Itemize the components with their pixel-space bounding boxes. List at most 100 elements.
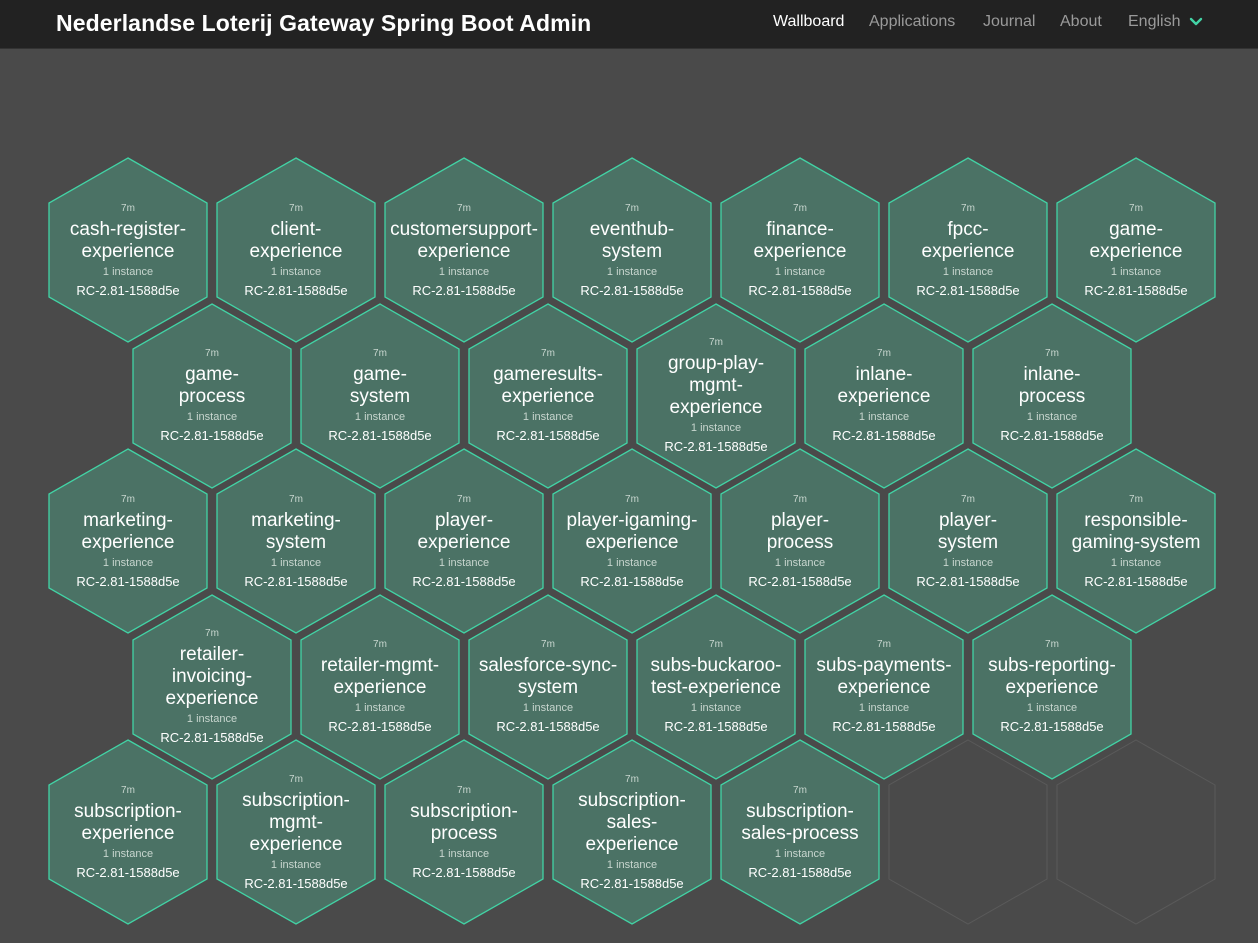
application-version: RC-2.81-1588d5e bbox=[916, 573, 1020, 589]
nav-journal[interactable]: Journal bbox=[983, 13, 1035, 31]
application-name-line: retailer- bbox=[179, 644, 245, 665]
nav-about[interactable]: About bbox=[1060, 13, 1102, 31]
application-age: 7m bbox=[1129, 202, 1143, 214]
application-name-line: experience bbox=[585, 531, 679, 553]
instance-count: 1 instance bbox=[438, 847, 490, 860]
application-name: marketing-system bbox=[211, 510, 381, 554]
application-name-line: subscription- bbox=[578, 789, 686, 811]
application-name-line: process bbox=[430, 822, 498, 844]
application-name-line: gameresults- bbox=[493, 364, 603, 385]
application-name-line: system bbox=[601, 240, 663, 262]
application-name: subs-payments-experience bbox=[799, 655, 969, 699]
nav-wallboard[interactable]: Wallboard bbox=[773, 13, 844, 31]
instance-count: 1 instance bbox=[858, 702, 910, 714]
application-name-line: experience bbox=[249, 240, 343, 262]
application-name-line: subs-reporting- bbox=[988, 655, 1116, 676]
application-name-line: finance- bbox=[766, 218, 834, 240]
app-title[interactable]: Nederlandse Loterij Gateway Spring Boot … bbox=[56, 10, 591, 37]
application-tile[interactable]: 7m subscription-process 1 instance RC-2.81-… bbox=[382, 738, 546, 926]
instance-count: 1 instance bbox=[690, 702, 742, 714]
application-name-line: player- bbox=[434, 509, 494, 531]
application-name: gameresults-experience bbox=[463, 364, 633, 408]
application-name-line: experience bbox=[837, 386, 931, 407]
application-name: subscription-sales-experience bbox=[547, 790, 717, 856]
application-tile-content: 7m subscription-process 1 instance RC-2.81-… bbox=[382, 738, 546, 926]
application-version: RC-2.81-1588d5e bbox=[244, 875, 348, 891]
application-version: RC-2.81-1588d5e bbox=[76, 282, 180, 298]
application-name-line: system bbox=[349, 386, 411, 407]
application-name: eventhub-system bbox=[547, 219, 717, 263]
hexagon-outline bbox=[1056, 739, 1216, 925]
application-name-line: experience bbox=[921, 240, 1015, 262]
instance-count: 1 instance bbox=[270, 858, 322, 871]
application-name: player-experience bbox=[379, 510, 549, 554]
top-navbar: Nederlandse Loterij Gateway Spring Boot … bbox=[0, 0, 1258, 49]
empty-hexagon-shape bbox=[1056, 739, 1216, 925]
application-tile[interactable]: 7m subscription-experience 1 instance RC-2.… bbox=[46, 738, 210, 926]
application-version: RC-2.81-1588d5e bbox=[748, 282, 852, 298]
instance-count: 1 instance bbox=[354, 702, 406, 714]
application-name-line: system bbox=[265, 531, 327, 553]
application-age: 7m bbox=[1129, 493, 1143, 505]
application-name-line: mgmt- bbox=[269, 811, 323, 833]
hexagon-outline bbox=[888, 739, 1048, 925]
application-age: 7m bbox=[625, 773, 639, 785]
application-name-line: eventhub- bbox=[589, 218, 675, 240]
application-name-line: sales-process bbox=[741, 822, 859, 844]
application-version: RC-2.81-1588d5e bbox=[412, 573, 516, 589]
application-name: finance-experience bbox=[715, 219, 885, 263]
application-name-line: marketing- bbox=[83, 509, 173, 531]
application-name-line: experience bbox=[165, 688, 259, 709]
application-age: 7m bbox=[373, 348, 387, 359]
application-name: salesforce-sync-system bbox=[463, 655, 633, 699]
application-age: 7m bbox=[1045, 639, 1059, 650]
application-age: 7m bbox=[877, 348, 891, 359]
empty-hexagon-shape bbox=[888, 739, 1048, 925]
application-name: game-process bbox=[127, 364, 297, 408]
application-name: retailer-invoicing-experience bbox=[127, 644, 297, 710]
application-name-line: responsible- bbox=[1084, 509, 1188, 531]
application-name: customersupport-experience bbox=[379, 219, 549, 263]
application-age: 7m bbox=[289, 202, 303, 214]
instance-count: 1 instance bbox=[522, 702, 574, 714]
application-version: RC-2.81-1588d5e bbox=[328, 428, 432, 443]
application-tile[interactable]: 7m subscription-mgmt-experience 1 instance… bbox=[214, 738, 378, 926]
application-age: 7m bbox=[121, 784, 135, 796]
application-name-line: subscription- bbox=[74, 800, 182, 822]
instance-count: 1 instance bbox=[606, 556, 658, 569]
instance-count: 1 instance bbox=[858, 411, 910, 423]
application-name-line: subscription- bbox=[746, 800, 854, 822]
application-name: client-experience bbox=[211, 219, 381, 263]
application-name-line: customersupport- bbox=[390, 218, 538, 240]
application-tile-content: 7m subscription-mgmt-experience 1 instance… bbox=[214, 738, 378, 926]
instance-count: 1 instance bbox=[438, 556, 490, 569]
application-name-line: group-play- bbox=[667, 353, 765, 374]
application-name: subscription-experience bbox=[43, 801, 213, 845]
application-name-line: salesforce-sync- bbox=[478, 655, 618, 676]
application-name-line: marketing- bbox=[251, 509, 341, 531]
application-name-line: test-experience bbox=[651, 677, 781, 698]
application-name-line: subscription- bbox=[410, 800, 518, 822]
application-name-line: game- bbox=[185, 364, 239, 385]
application-tile[interactable]: 7m subscription-sales-process 1 instance RC… bbox=[718, 738, 882, 926]
application-name: player-system bbox=[883, 510, 1053, 554]
application-version: RC-2.81-1588d5e bbox=[412, 282, 516, 298]
application-name-line: inlane- bbox=[1023, 364, 1081, 385]
application-name: group-play-mgmt-experience bbox=[631, 353, 801, 419]
chevron-down-icon[interactable] bbox=[1189, 15, 1203, 29]
application-name-line: cash-register- bbox=[69, 218, 187, 240]
application-name-line: experience bbox=[669, 397, 763, 418]
application-name-line: experience bbox=[501, 386, 595, 407]
application-tile[interactable]: 7m subscription-sales-experience 1 instanc… bbox=[550, 738, 714, 926]
application-age: 7m bbox=[121, 202, 135, 214]
application-name: fpcc-experience bbox=[883, 219, 1053, 263]
application-age: 7m bbox=[289, 493, 303, 505]
language-selector[interactable]: English bbox=[1128, 13, 1180, 31]
application-version: RC-2.81-1588d5e bbox=[832, 719, 936, 734]
nav-applications[interactable]: Applications bbox=[869, 13, 955, 31]
application-age: 7m bbox=[121, 493, 135, 505]
application-version: RC-2.81-1588d5e bbox=[1084, 282, 1188, 298]
application-name-line: experience bbox=[249, 833, 343, 855]
application-name-line: experience bbox=[417, 240, 511, 262]
application-age: 7m bbox=[289, 773, 303, 785]
